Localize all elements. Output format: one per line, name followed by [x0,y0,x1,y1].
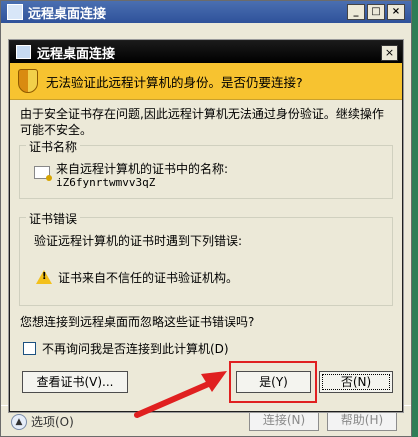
warning-triangle-icon: ! [36,270,52,284]
close-button[interactable]: × [387,4,405,20]
dont-ask-label: 不再询问我是否连接到此计算机(D) [42,342,229,356]
certificate-icon [34,166,52,181]
red-arrow-annotation [134,371,227,418]
background-title: 远程桌面连接 [28,6,107,22]
dont-ask-checkbox-row[interactable]: 不再询问我是否连接到此计算机(D) [23,340,229,357]
group-title-cert-name: 证书名称 [26,138,81,155]
maximize-button[interactable]: □ [367,4,385,20]
description-text: 由于安全证书存在问题,因此远程计算机无法通过身份验证。继续操作可能不安全。 [20,107,384,137]
options-label: 选项(O) [31,415,74,429]
group-title-cert-error: 证书错误 [26,210,81,227]
window-controls: _ □ × [347,4,405,20]
remote-desktop-icon [16,45,31,59]
help-button[interactable]: 帮助(H) [327,409,397,431]
remote-desktop-icon [7,4,23,20]
background-titlebar: 远程桌面连接 _ □ × [1,1,411,23]
no-button[interactable]: 否(N) [319,371,393,393]
dont-ask-checkbox[interactable] [23,342,36,355]
dialog-title: 远程桌面连接 [37,46,116,62]
certificate-error-label: 验证远程计算机的证书时遇到下列错误: [34,234,243,248]
certificate-name-value: iZ6fynrtwmvv3qZ [56,176,156,189]
certificate-name-label: 来自远程计算机的证书中的名称: [56,162,229,176]
certificate-warning-dialog: 远程桌面连接 × 无法验证此远程计算机的身份。是否仍要连接? 由于安全证书存在问… [9,40,403,412]
yes-button[interactable]: 是(Y) [236,371,311,393]
warning-banner: 无法验证此远程计算机的身份。是否仍要连接? [10,63,402,100]
chevron-up-icon: ▲ [11,413,27,430]
options-button[interactable]: ▲ 选项(O) [11,413,74,430]
confirm-question: 您想连接到远程桌面而忽略这些证书错误吗? [20,315,255,329]
certificate-name-group: 证书名称 来自远程计算机的证书中的名称: iZ6fynrtwmvv3qZ [19,138,393,199]
dialog-titlebar: 远程桌面连接 [10,41,402,63]
certificate-error-text: 证书来自不信任的证书验证机构。 [58,271,239,285]
certificate-error-group: 证书错误 验证远程计算机的证书时遇到下列错误: ! 证书来自不信任的证书验证机构… [19,210,393,306]
connect-button[interactable]: 连接(N) [249,409,319,431]
view-certificate-button[interactable]: 查看证书(V)... [22,371,128,393]
warning-text: 无法验证此远程计算机的身份。是否仍要连接? [46,74,303,90]
shield-warning-icon [18,69,38,93]
dialog-close-button[interactable]: × [381,45,398,61]
minimize-button[interactable]: _ [347,4,365,20]
